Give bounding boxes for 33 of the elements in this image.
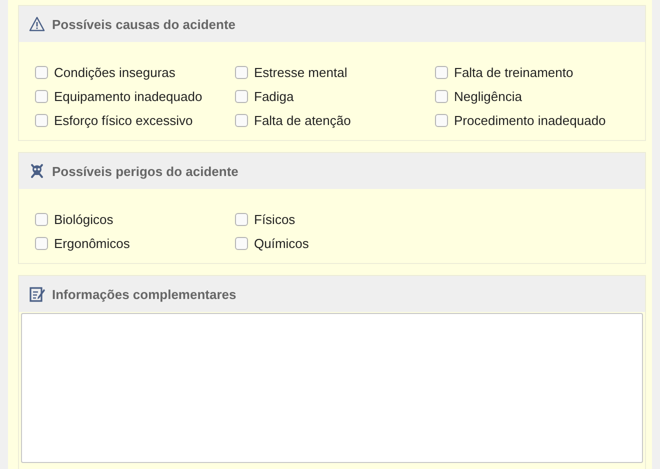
checkbox[interactable]: [35, 114, 48, 126]
checkbox-label[interactable]: Condições inseguras: [54, 64, 176, 80]
checkbox-label[interactable]: Biológicos: [54, 212, 114, 226]
section-title: Possíveis causas do acidente: [52, 16, 236, 32]
warning-icon: [29, 16, 45, 32]
edit-icon: [29, 286, 45, 302]
checkbox[interactable]: [35, 90, 48, 102]
checkbox-label[interactable]: Esforço físico excessivo: [54, 112, 193, 128]
checkbox-label[interactable]: Fadiga: [254, 88, 294, 104]
checkbox-label[interactable]: Ergonômicos: [54, 236, 130, 250]
checkbox-label[interactable]: Falta de treinamento: [454, 64, 574, 80]
section-title: Possíveis perigos do acidente: [52, 164, 238, 178]
checkbox[interactable]: [435, 66, 448, 78]
checkbox[interactable]: [435, 90, 448, 102]
section-title: Informações complementares: [52, 286, 236, 302]
checkbox[interactable]: [235, 236, 248, 250]
checkbox[interactable]: [235, 212, 248, 226]
checkbox[interactable]: [235, 114, 248, 126]
checkbox[interactable]: [235, 90, 248, 102]
checkbox-label[interactable]: Procedimento inadequado: [454, 112, 606, 128]
checkbox-label[interactable]: Falta de atenção: [254, 112, 351, 128]
checkbox[interactable]: [35, 212, 48, 226]
checkbox-label[interactable]: Estresse mental: [254, 64, 348, 80]
checkbox-label[interactable]: Equipamento inadequado: [54, 88, 202, 104]
checkbox-label[interactable]: Químicos: [254, 236, 309, 250]
checkbox-label[interactable]: Negligência: [454, 88, 522, 104]
checkbox[interactable]: [435, 114, 448, 126]
text-area[interactable]: [21, 313, 643, 463]
checkbox[interactable]: [235, 66, 248, 78]
checkbox-label[interactable]: Físicos: [254, 212, 296, 226]
checkbox[interactable]: [35, 66, 48, 78]
checkbox[interactable]: [35, 236, 48, 250]
skull-crossbones-icon: [29, 163, 45, 179]
